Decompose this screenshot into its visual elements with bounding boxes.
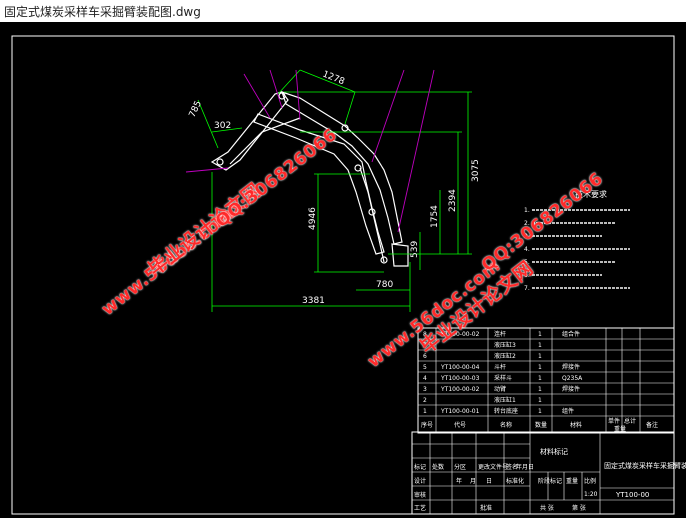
parts-name: 液压缸1 xyxy=(494,396,516,404)
dim-text-height-mid: 2394 xyxy=(448,189,458,212)
title-scale-value: 1:20 xyxy=(584,491,598,498)
title-drawing-code: YT100-00 xyxy=(615,491,649,499)
parts-name: 动臂 xyxy=(494,385,506,393)
parts-qty: 1 xyxy=(538,364,542,371)
parts-qty: 1 xyxy=(538,375,542,382)
parts-name: 液压缸3 xyxy=(494,341,516,349)
title-design-cell: 月 xyxy=(470,478,476,485)
drawing-canvas[interactable]: 1278 785 302 3075 2394 1754 539 4946 338… xyxy=(0,22,686,518)
parts-material: Q235A xyxy=(562,375,583,382)
parts-name: 采样斗 xyxy=(494,374,512,382)
title-sign-cell: 处数 xyxy=(432,463,444,471)
parts-qty: 1 xyxy=(538,397,542,404)
title-stage: 阶段标记 xyxy=(538,477,562,485)
dim-text-height-inner: 1754 xyxy=(430,205,440,228)
leader-1 xyxy=(243,73,271,119)
parts-row: 1 YT100-00-01 转台底座 1 组件 xyxy=(423,407,574,415)
parts-row: 4 YT100-00-03 采样斗 1 Q235A xyxy=(423,374,583,382)
title-process: 工艺 xyxy=(414,504,426,512)
parts-material: 焊接件 xyxy=(562,385,580,393)
title-drawing-name: 固定式煤炭采样车采掘臂装配图 xyxy=(604,461,686,470)
parts-name: 转台底座 xyxy=(494,407,518,415)
dim-text-base-width: 3381 xyxy=(302,296,325,306)
parts-row: 2 液压缸1 1 xyxy=(423,396,542,404)
parts-qty: 1 xyxy=(538,386,542,393)
parts-material: 组合件 xyxy=(562,330,580,338)
title-review: 审核 xyxy=(414,491,426,499)
title-design-cell: 日 xyxy=(486,478,492,485)
parts-header-remark: 备注 xyxy=(646,421,658,429)
leader-2 xyxy=(269,69,283,109)
parts-header-material: 材料 xyxy=(570,421,582,429)
title-sign-cell: 年月日 xyxy=(516,463,534,471)
title-approve: 批准 xyxy=(480,504,492,512)
leader-4 xyxy=(371,69,405,163)
tech-line-number: 7. xyxy=(524,285,530,292)
parts-row: 3 YT100-00-02 动臂 1 焊接件 xyxy=(423,385,580,393)
sampling-bucket xyxy=(391,243,409,267)
title-sheets: 共 张 xyxy=(540,504,554,512)
parts-no: 2 xyxy=(423,397,427,404)
parts-no: 1 xyxy=(423,408,427,415)
parts-code: YT100-00-03 xyxy=(440,375,480,382)
parts-header-qty: 数量 xyxy=(535,421,547,429)
parts-row: 5 YT100-00-04 斗杆 1 焊接件 xyxy=(423,363,580,371)
parts-code: YT100-00-04 xyxy=(440,364,480,371)
dim-text-top: 1278 xyxy=(321,70,346,88)
title-design-cell: 年 xyxy=(456,477,462,485)
parts-qty: 1 xyxy=(538,353,542,360)
parts-code: YT100-00-02 xyxy=(440,386,480,393)
parts-row: 6 液压缸2 1 xyxy=(423,352,542,360)
title-weight: 重量 xyxy=(566,477,578,485)
title-material-label: 材料标记 xyxy=(540,447,568,456)
title-block: 材料标记固定式煤炭采样车采掘臂装配图YT100-00标记处数分区更改文件号签名年… xyxy=(411,431,686,515)
leader-5 xyxy=(397,69,435,233)
dim-text-base-small: 780 xyxy=(376,280,393,290)
parts-header-total: 总计 xyxy=(624,417,636,425)
window-titlebar: 固定式煤炭采样车采掘臂装配图.dwg xyxy=(0,0,686,23)
title-sign-cell: 更改文件号 xyxy=(478,463,508,471)
parts-no: 3 xyxy=(423,386,427,393)
parts-qty: 1 xyxy=(538,342,542,349)
parts-header-unit: 单件 xyxy=(608,417,620,425)
parts-qty: 1 xyxy=(538,331,542,338)
pin-top xyxy=(278,92,286,100)
parts-no: 4 xyxy=(423,375,427,382)
title-sign-cell: 分区 xyxy=(454,463,466,471)
title-design-cell: 标准化 xyxy=(506,477,524,485)
title-design-cell: 设计 xyxy=(414,477,426,485)
parts-qty: 1 xyxy=(538,408,542,415)
dim-text-small-right: 539 xyxy=(410,241,420,258)
title-sheet-no: 第 张 xyxy=(572,504,586,512)
cad-drawing[interactable]: 1278 785 302 3075 2394 1754 539 4946 338… xyxy=(0,22,686,518)
dimension-texts: 1278 785 302 3075 2394 1754 539 4946 338… xyxy=(188,70,481,306)
parts-header-name: 名称 xyxy=(500,421,512,429)
parts-header-no: 序号 xyxy=(421,421,433,429)
tech-line-number: 1. xyxy=(524,207,530,214)
parts-header-code: 代号 xyxy=(454,421,466,429)
dim-text-left-vertical: 4946 xyxy=(308,207,318,230)
leader-6 xyxy=(185,167,229,173)
parts-material: 组件 xyxy=(562,407,574,415)
title-sign-cell: 标记 xyxy=(414,463,426,471)
dim-text-height-right: 3075 xyxy=(471,159,481,182)
parts-table: 8 YT100-00-02 连杆 1 组合件7 液压缸3 16 液压缸2 15 YT100-00-… xyxy=(417,327,675,434)
dim-top-ext2 xyxy=(344,91,356,125)
title-scale: 比例 xyxy=(584,477,596,485)
parts-no: 5 xyxy=(423,364,427,371)
excavator-arm xyxy=(210,91,409,267)
parts-header: 序号 代号 名称 数量 材料单件 总计重量备注 xyxy=(421,417,658,433)
parts-code: YT100-00-01 xyxy=(440,408,480,415)
dim-text-left-small: 302 xyxy=(214,121,231,131)
parts-material: 焊接件 xyxy=(562,363,580,371)
parts-name: 液压缸2 xyxy=(494,352,516,360)
parts-name: 连杆 xyxy=(494,330,506,338)
leader-3 xyxy=(295,69,301,121)
pin-left xyxy=(216,158,224,166)
window-title: 固定式煤炭采样车采掘臂装配图.dwg xyxy=(4,5,201,19)
parts-name: 斗杆 xyxy=(494,363,506,371)
